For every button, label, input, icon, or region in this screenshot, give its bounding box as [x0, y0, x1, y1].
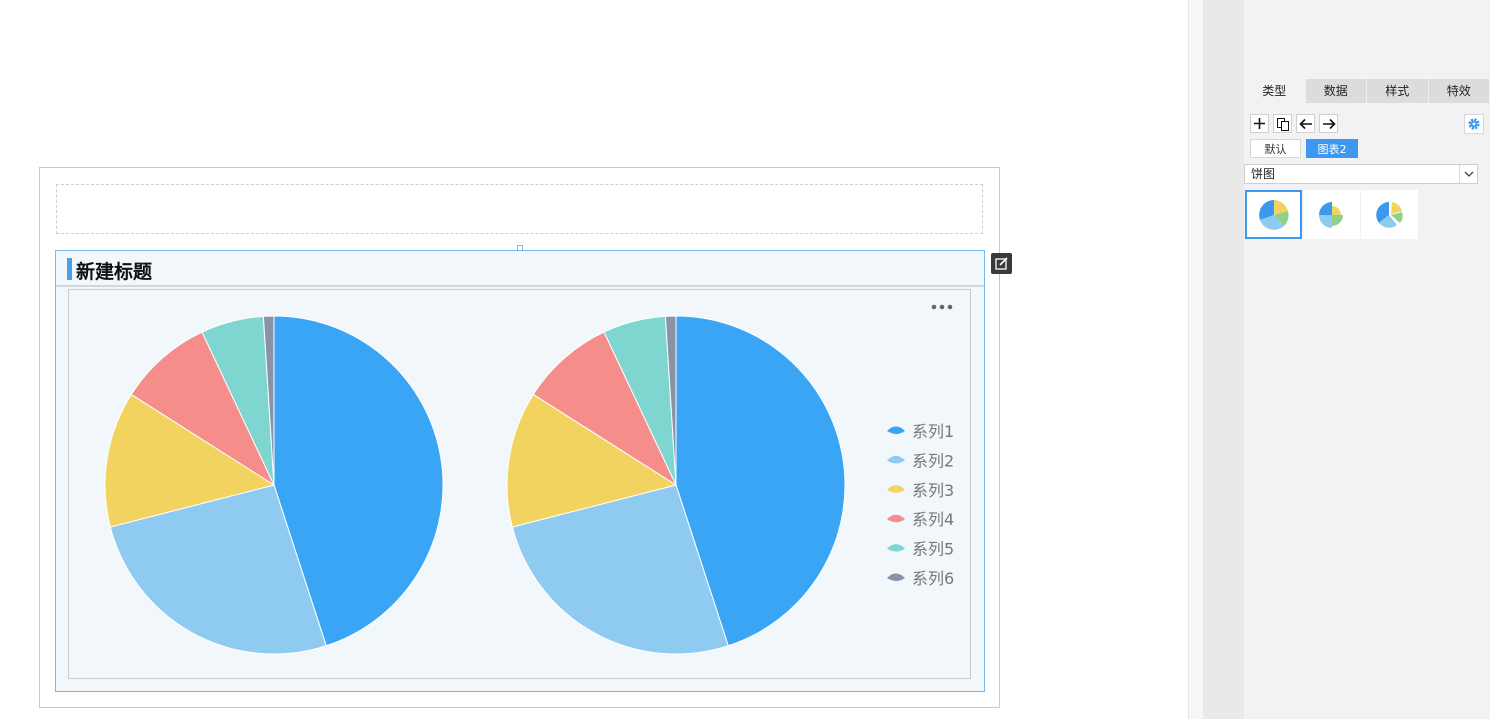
chart-toolbar: [1250, 114, 1338, 133]
legend-label-2[interactable]: 系列2: [912, 451, 954, 470]
pie-variant-rose[interactable]: [1303, 190, 1360, 239]
arrow-left-icon[interactable]: [1296, 114, 1315, 133]
legend-label-4[interactable]: 系列4: [912, 510, 954, 529]
property-panel: 类型 数据 样式 特效 默认 图表2 饼图: [1244, 0, 1490, 719]
legend-label-5[interactable]: 系列5: [912, 540, 954, 559]
chart-type-value: 饼图: [1251, 167, 1276, 181]
gear-icon[interactable]: [1464, 114, 1484, 134]
title-accent-bar: [67, 258, 72, 280]
report-canvas: 新建标题 系列1 系列2 系列3 系列4 系列5 系列6: [0, 0, 1188, 719]
more-icon[interactable]: [929, 300, 955, 320]
splitter[interactable]: [1188, 0, 1203, 719]
legend-icon-3[interactable]: [887, 485, 905, 493]
legend-label-3[interactable]: 系列3: [912, 481, 954, 500]
pie-variant-exploded[interactable]: [1361, 190, 1418, 239]
pie-variant-standard[interactable]: [1245, 190, 1302, 239]
pie-rose-icon: [1318, 201, 1343, 228]
widget-header: 新建标题: [56, 251, 984, 287]
panel-tabs: 类型 数据 样式 特效: [1244, 79, 1490, 103]
edit-icon[interactable]: [991, 253, 1012, 274]
legend-label-6[interactable]: 系列6: [912, 569, 954, 588]
tab-effects[interactable]: 特效: [1428, 79, 1490, 103]
tab-data[interactable]: 数据: [1305, 79, 1367, 103]
add-icon[interactable]: [1250, 114, 1269, 133]
arrow-right-icon[interactable]: [1319, 114, 1338, 133]
legend-label-1[interactable]: 系列1: [912, 422, 954, 441]
pie-exploded-icon: [1375, 201, 1403, 228]
widget-title[interactable]: 新建标题: [76, 257, 152, 284]
pie-chart: 系列1 系列2 系列3 系列4 系列5 系列6: [104, 315, 954, 655]
panel-gutter: [1203, 0, 1244, 719]
dashboard-frame: 新建标题 系列1 系列2 系列3 系列4 系列5 系列6: [39, 167, 1012, 708]
copy-icon[interactable]: [1273, 114, 1292, 133]
legend-icon-6[interactable]: [887, 573, 905, 582]
tab-type[interactable]: 类型: [1244, 79, 1306, 103]
tab-style[interactable]: 样式: [1367, 79, 1429, 103]
legend-icon-1[interactable]: [887, 426, 905, 435]
chart-widget[interactable]: 新建标题 系列1 系列2 系列3 系列4 系列5 系列6: [55, 245, 985, 692]
chart-chip-default[interactable]: 默认: [1250, 139, 1301, 158]
chart-area: 系列1 系列2 系列3 系列4 系列5 系列6: [68, 289, 971, 679]
legend-icon-4[interactable]: [887, 514, 905, 523]
legend-icon-2[interactable]: [887, 455, 905, 464]
legend-icon-5[interactable]: [887, 544, 905, 552]
title-placeholder[interactable]: [56, 184, 983, 234]
pie-standard-icon: [1258, 199, 1289, 230]
chevron-down-icon: [1459, 165, 1477, 183]
chart-chip-chart2[interactable]: 图表2: [1306, 139, 1358, 158]
chart-type-select[interactable]: 饼图: [1244, 164, 1478, 184]
